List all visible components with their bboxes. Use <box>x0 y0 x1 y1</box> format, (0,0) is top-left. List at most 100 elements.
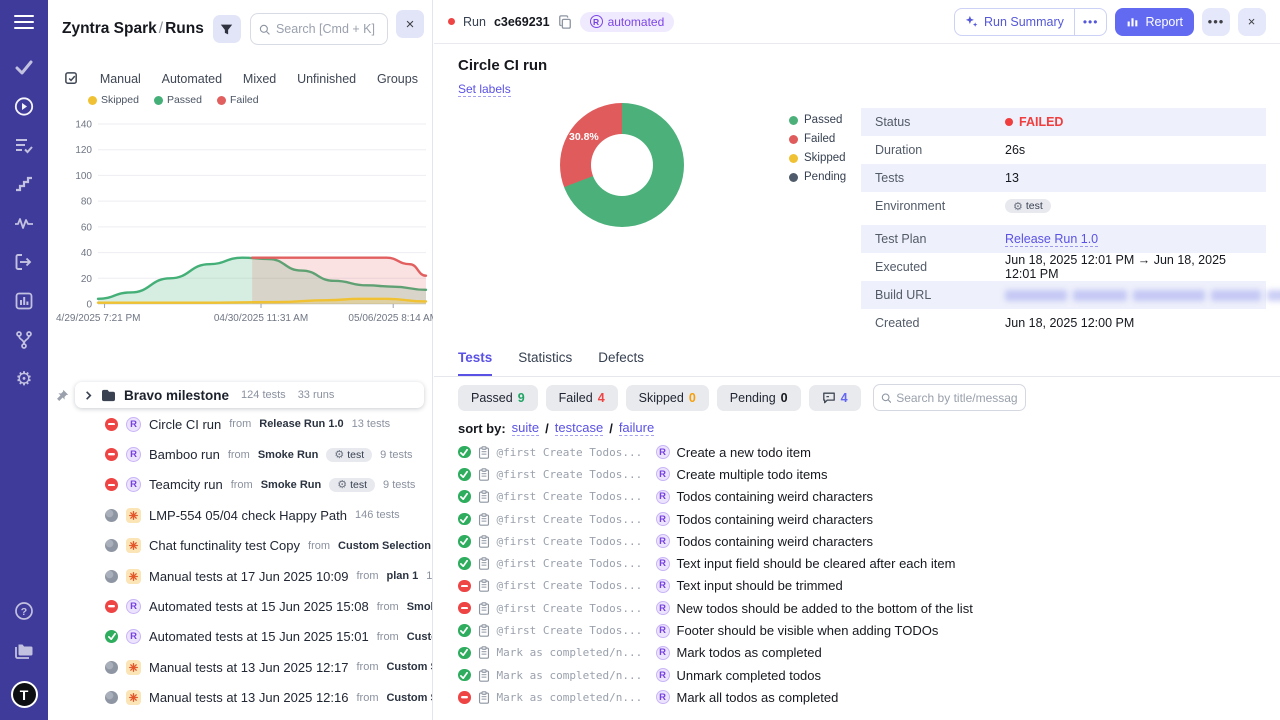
test-title: Footer should be visible when adding TOD… <box>677 623 939 638</box>
close-icon: × <box>1248 14 1257 29</box>
legend-item-failed[interactable]: Failed <box>217 94 259 106</box>
sidebar-item-import-icon[interactable] <box>14 252 34 272</box>
tests-search-input[interactable] <box>896 391 1017 405</box>
run-source: Release Run 1.0 <box>259 418 343 430</box>
test-title: Unmark completed todos <box>677 668 822 683</box>
select-runs-icon[interactable] <box>64 71 79 86</box>
test-row[interactable]: @first Create Todos...RTodos containing … <box>458 486 1280 508</box>
test-row[interactable]: @first Create Todos...RFooter should be … <box>458 619 1280 641</box>
runs-tab-mixed[interactable]: Mixed <box>243 72 276 86</box>
run-list-item[interactable]: Manual tests at 17 Jun 2025 10:09frompla… <box>48 561 432 591</box>
more-actions-button[interactable]: ••• <box>1202 8 1230 36</box>
pin-icon[interactable] <box>56 389 69 402</box>
filter-button[interactable] <box>213 15 241 43</box>
run-list-item[interactable]: RCircle CI runfromRelease Run 1.013 test… <box>48 409 432 439</box>
manual-run-icon <box>126 508 141 523</box>
svg-text:60: 60 <box>81 222 93 233</box>
automated-run-icon: R <box>126 477 141 492</box>
passed-status-icon <box>458 557 471 570</box>
sort-by-failure[interactable]: failure <box>619 420 654 436</box>
test-suite: @first Create Todos... <box>497 579 649 592</box>
hamburger-menu-icon[interactable] <box>14 15 34 29</box>
test-suite: @first Create Todos... <box>497 490 649 503</box>
run-source: Smoke Run <box>261 479 322 491</box>
sort-by-testcase[interactable]: testcase <box>555 420 603 436</box>
failed-filter-pill[interactable]: Failed 4 <box>546 385 618 411</box>
sidebar-item-steps-icon[interactable] <box>14 174 34 194</box>
comments-filter-pill[interactable]: 4 <box>809 385 861 411</box>
detail-row-status: StatusFAILED <box>861 108 1266 136</box>
runs-tab-unfinished[interactable]: Unfinished <box>297 72 356 86</box>
test-row[interactable]: Mark as completed/n...RMark all todos as… <box>458 686 1280 708</box>
tab-defects[interactable]: Defects <box>598 350 644 376</box>
run-summary-button[interactable]: Run Summary <box>955 15 1074 29</box>
test-row[interactable]: @first Create Todos...RTodos containing … <box>458 508 1280 530</box>
milestone-row[interactable]: Bravo milestone 124 tests 33 runs <box>75 382 424 408</box>
manual-run-icon <box>126 660 141 675</box>
run-list-item[interactable]: Chat functinality test CopyfromCustom Se… <box>48 531 432 561</box>
sidebar-item-checklist-icon[interactable] <box>14 135 34 155</box>
sidebar-bottom-nav: ? <box>14 601 34 661</box>
sidebar-item-pulse-icon[interactable] <box>14 213 34 233</box>
runs-search-input[interactable] <box>276 22 379 36</box>
run-list-item[interactable]: LMP-554 05/04 check Happy Path146 tests <box>48 500 432 530</box>
pending-filter-pill[interactable]: Pending 0 <box>717 385 801 411</box>
run-list-item[interactable]: RBamboo runfromSmoke Run⚙test9 tests <box>48 439 432 469</box>
report-button[interactable]: Report <box>1115 8 1194 36</box>
automated-test-icon: R <box>656 624 670 638</box>
runs-tab-manual[interactable]: Manual <box>100 72 141 86</box>
milestone-title: Bravo milestone <box>124 388 229 403</box>
test-row[interactable]: @first Create Todos...RText input should… <box>458 575 1280 597</box>
test-row[interactable]: @first Create Todos...RNew todos should … <box>458 597 1280 619</box>
run-item-title: Bamboo run <box>149 447 220 462</box>
chevron-right-icon[interactable] <box>84 390 93 401</box>
bar-chart-icon <box>1126 15 1139 28</box>
skipped-filter-pill[interactable]: Skipped 0 <box>626 385 709 411</box>
run-source: Custom Selection <box>338 540 431 552</box>
tests-search[interactable] <box>873 384 1026 411</box>
close-detail-button[interactable]: × <box>1238 8 1266 36</box>
test-plan-link[interactable]: Release Run 1.0 <box>1005 232 1098 247</box>
automated-badge[interactable]: R automated <box>580 12 675 32</box>
sidebar-item-play-icon[interactable] <box>14 96 34 116</box>
passed-filter-pill[interactable]: Passed 9 <box>458 385 538 411</box>
test-row[interactable]: @first Create Todos...RText input field … <box>458 552 1280 574</box>
sidebar-item-gear-icon[interactable]: ⚙ <box>14 369 34 389</box>
sidebar-item-check-icon[interactable] <box>14 57 34 77</box>
runs-list: RCircle CI runfromRelease Run 1.013 test… <box>48 409 432 720</box>
test-suite: @first Create Todos... <box>497 557 649 570</box>
sort-row: sort by: suite / testcase / failure <box>458 420 654 436</box>
tab-statistics[interactable]: Statistics <box>518 350 572 376</box>
breadcrumb-project[interactable]: Zyntra Spark <box>62 20 157 37</box>
test-row[interactable]: Mark as completed/n...RUnmark completed … <box>458 664 1280 686</box>
legend-item-skipped[interactable]: Skipped <box>88 94 139 106</box>
sort-by-suite[interactable]: suite <box>512 420 539 436</box>
app-logo[interactable]: T <box>11 681 38 708</box>
sidebar-item-help-icon[interactable]: ? <box>14 601 34 621</box>
close-panel-button[interactable]: × <box>396 10 424 38</box>
sidebar-item-report-icon[interactable] <box>14 291 34 311</box>
runs-tab-groups[interactable]: Groups <box>377 72 418 86</box>
detail-row-duration: Duration26s <box>861 136 1266 164</box>
run-list-item[interactable]: Manual tests at 13 Jun 2025 12:16fromCus… <box>48 683 432 713</box>
sidebar-item-projects-icon[interactable] <box>14 641 34 661</box>
run-list-item[interactable]: Manual tests at 13 Jun 2025 12:17fromCus… <box>48 652 432 682</box>
tab-tests[interactable]: Tests <box>458 350 492 376</box>
runs-tab-automated[interactable]: Automated <box>162 72 222 86</box>
test-row[interactable]: @first Create Todos...RTodos containing … <box>458 530 1280 552</box>
runs-search[interactable] <box>250 13 388 45</box>
run-list-item[interactable]: RAutomated tests at 15 Jun 2025 15:08fro… <box>48 591 432 621</box>
test-row[interactable]: @first Create Todos...RCreate a new todo… <box>458 441 1280 463</box>
sidebar-item-branch-icon[interactable] <box>14 330 34 350</box>
run-summary-more-button[interactable]: ••• <box>1074 9 1107 35</box>
clipboard-icon <box>478 669 490 682</box>
run-list-item[interactable]: RAutomated tests at 15 Jun 2025 15:01fro… <box>48 622 432 652</box>
legend-item-passed[interactable]: Passed <box>154 94 202 106</box>
copy-icon[interactable] <box>558 15 572 29</box>
sparkles-icon <box>965 15 978 28</box>
run-list-item[interactable]: RTeamcity runfromSmoke Run⚙test9 tests <box>48 470 432 500</box>
set-labels-link[interactable]: Set labels <box>458 82 511 97</box>
runs-panel: Zyntra Spark/Runs × ManualAutomatedMixed… <box>48 0 433 720</box>
test-row[interactable]: @first Create Todos...RCreate multiple t… <box>458 463 1280 485</box>
test-row[interactable]: Mark as completed/n...RMark todos as com… <box>458 642 1280 664</box>
